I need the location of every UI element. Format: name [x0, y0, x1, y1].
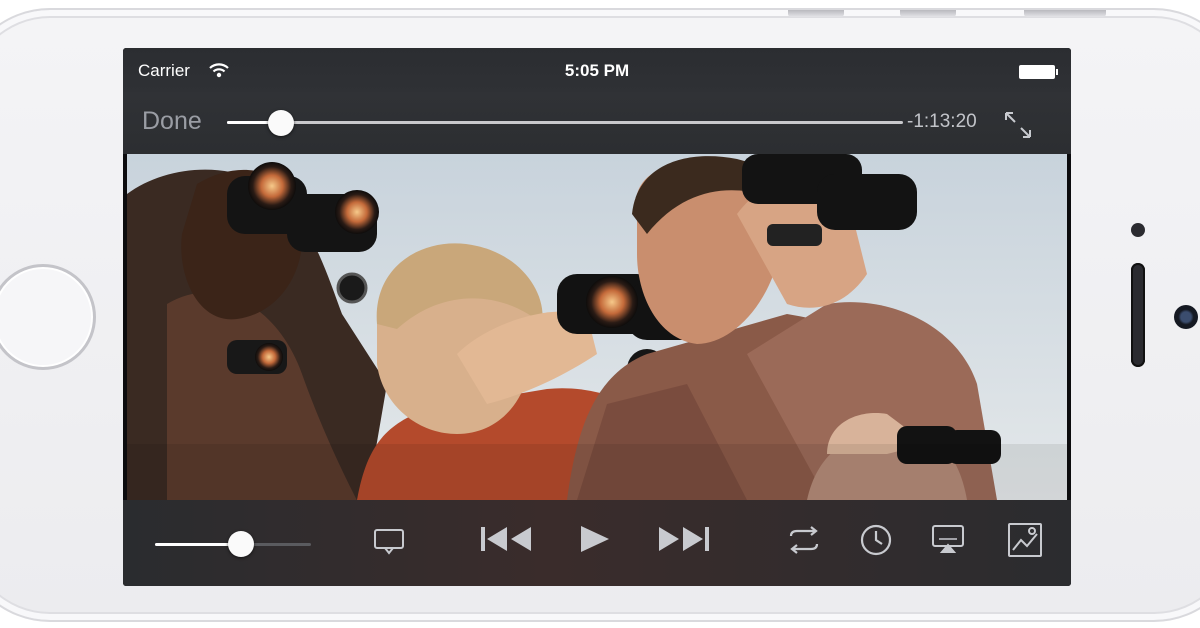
volume-button — [788, 10, 844, 17]
video-frame[interactable] — [127, 154, 1067, 500]
power-button — [1024, 10, 1106, 17]
volume-thumb[interactable] — [228, 531, 254, 557]
battery-icon — [1019, 65, 1058, 79]
repeat-icon[interactable] — [785, 526, 823, 554]
status-bar: Carrier 5:05 PM — [123, 48, 1071, 92]
fullscreen-icon[interactable] — [1003, 110, 1033, 140]
status-time: 5:05 PM — [564, 61, 630, 80]
scrubber-track[interactable] — [227, 121, 903, 124]
volume-button — [900, 10, 956, 17]
earpiece-speaker — [1131, 263, 1145, 367]
speech-bubble-icon[interactable] — [373, 528, 405, 556]
proximity-sensor — [1131, 223, 1145, 237]
bottom-control-bar — [123, 500, 1071, 586]
airplay-icon[interactable] — [931, 524, 965, 554]
top-control-bar: Done -1:13:20 — [123, 92, 1071, 154]
play-icon[interactable] — [579, 524, 611, 554]
front-camera — [1174, 305, 1198, 329]
skip-back-icon[interactable] — [479, 524, 535, 554]
scrubber-thumb[interactable] — [268, 110, 294, 136]
done-button[interactable]: Done — [142, 107, 202, 136]
picture-icon[interactable] — [1007, 522, 1043, 558]
clock-icon[interactable] — [859, 523, 893, 557]
time-remaining: -1:13:20 — [907, 111, 977, 132]
phone-screen: Carrier 5:05 PM Done -1:13:20 — [123, 48, 1071, 586]
skip-forward-icon[interactable] — [655, 524, 711, 554]
